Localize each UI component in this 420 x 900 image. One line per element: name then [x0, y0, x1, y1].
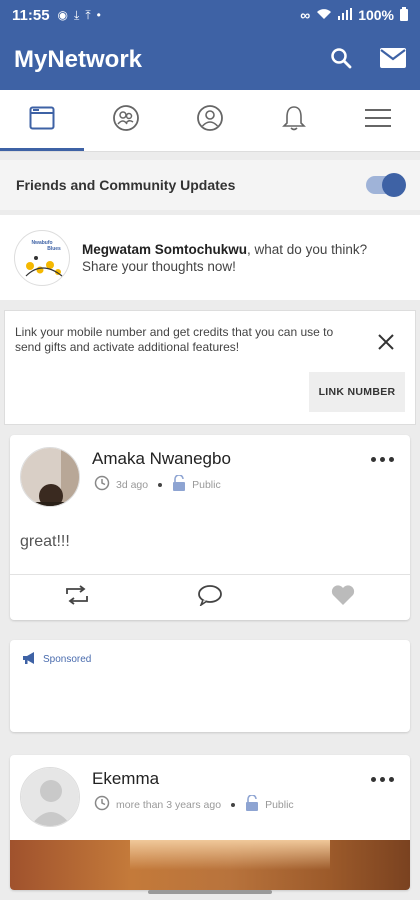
app-title: MyNetwork	[14, 46, 143, 73]
author-avatar[interactable]	[20, 767, 80, 827]
megaphone-icon	[22, 652, 38, 667]
post-time: 3d ago	[116, 478, 149, 491]
more-options-icon[interactable]	[371, 777, 394, 782]
compose-prompt[interactable]: Nwabufo Blues Megwatam Somtochukwu, what…	[0, 215, 420, 300]
gesture-nav-handle[interactable]	[148, 890, 272, 894]
close-icon[interactable]	[377, 333, 395, 356]
post-card: Ekemma more than 3 years ago Public	[10, 755, 410, 890]
status-bar: 11:55 ◉ ⤓ ⤒ • ∞ 100%	[0, 0, 420, 30]
app-bar: MyNetwork	[0, 30, 420, 90]
news-feed-icon	[29, 106, 55, 135]
tab-community[interactable]	[84, 90, 168, 151]
battery-level: 100%	[358, 7, 394, 23]
battery-icon	[400, 6, 408, 24]
sponsored-label: Sponsored	[43, 654, 92, 665]
unlock-icon	[245, 794, 259, 814]
link-icon: ∞	[300, 7, 311, 23]
status-notification-icons: ◉ ⤓ ⤒ •	[58, 8, 101, 23]
tab-menu[interactable]	[336, 90, 420, 151]
community-icon	[112, 104, 140, 137]
comment-button[interactable]	[143, 575, 276, 620]
clock-icon	[94, 475, 110, 494]
post-meta: 3d ago Public	[94, 474, 221, 494]
more-notifications-dot-icon: •	[96, 8, 101, 22]
post-privacy: Public	[265, 798, 294, 811]
sponsored-tag: Sponsored	[22, 652, 91, 667]
feed-filter-row: Friends and Community Updates	[0, 160, 420, 210]
svg-text:Blues: Blues	[47, 246, 61, 252]
author-name[interactable]: Amaka Nwanegbo	[92, 449, 231, 469]
author-name[interactable]: Ekemma	[92, 769, 159, 789]
separator-dot	[231, 802, 236, 807]
tab-notifications[interactable]	[252, 90, 336, 151]
compose-user-name: Megwatam Somtochukwu	[82, 241, 248, 257]
post-actions	[10, 574, 410, 620]
post-card: Amaka Nwanegbo 3d ago Public great!!!	[10, 435, 410, 620]
search-icon[interactable]	[330, 47, 352, 74]
wifi-icon	[316, 7, 332, 23]
link-number-message: Link your mobile number and get credits …	[15, 325, 334, 354]
post-photo[interactable]	[10, 840, 410, 890]
upload-icon: ⤒	[85, 7, 91, 22]
status-time: 11:55	[12, 6, 50, 24]
user-avatar: Nwabufo Blues	[14, 229, 70, 286]
tab-feed[interactable]	[0, 90, 84, 151]
messenger-notification-icon: ◉	[57, 8, 69, 22]
compose-text: Megwatam Somtochukwu, what do you think?…	[82, 241, 406, 275]
messages-icon[interactable]	[380, 47, 406, 73]
more-options-icon[interactable]	[371, 457, 394, 462]
download-icon: ⤓	[74, 7, 80, 22]
hamburger-menu-icon	[365, 108, 391, 133]
clock-icon	[94, 795, 110, 814]
sponsored-card: Sponsored	[10, 640, 410, 732]
tab-bar	[0, 90, 420, 152]
link-number-card: Link your mobile number and get credits …	[4, 310, 416, 425]
post-time: more than 3 years ago	[116, 798, 222, 811]
feed-filter-label: Friends and Community Updates	[16, 177, 236, 193]
repost-icon	[63, 585, 91, 610]
post-body: great!!!	[20, 533, 70, 550]
author-avatar[interactable]	[20, 447, 80, 507]
signal-icon	[338, 7, 353, 23]
like-button[interactable]	[277, 575, 410, 620]
toggle-knob	[382, 173, 406, 197]
separator-dot	[158, 482, 163, 487]
post-meta: more than 3 years ago Public	[94, 794, 294, 814]
profile-icon	[196, 104, 224, 137]
comment-icon	[197, 584, 223, 611]
post-privacy: Public	[192, 478, 221, 491]
heart-icon	[330, 584, 356, 611]
feed-filter-toggle[interactable]	[366, 173, 406, 197]
unlock-icon	[172, 474, 186, 494]
tab-profile[interactable]	[168, 90, 252, 151]
share-button[interactable]	[10, 575, 143, 620]
link-number-button[interactable]: LINK NUMBER	[309, 372, 405, 412]
bell-icon	[281, 104, 307, 137]
